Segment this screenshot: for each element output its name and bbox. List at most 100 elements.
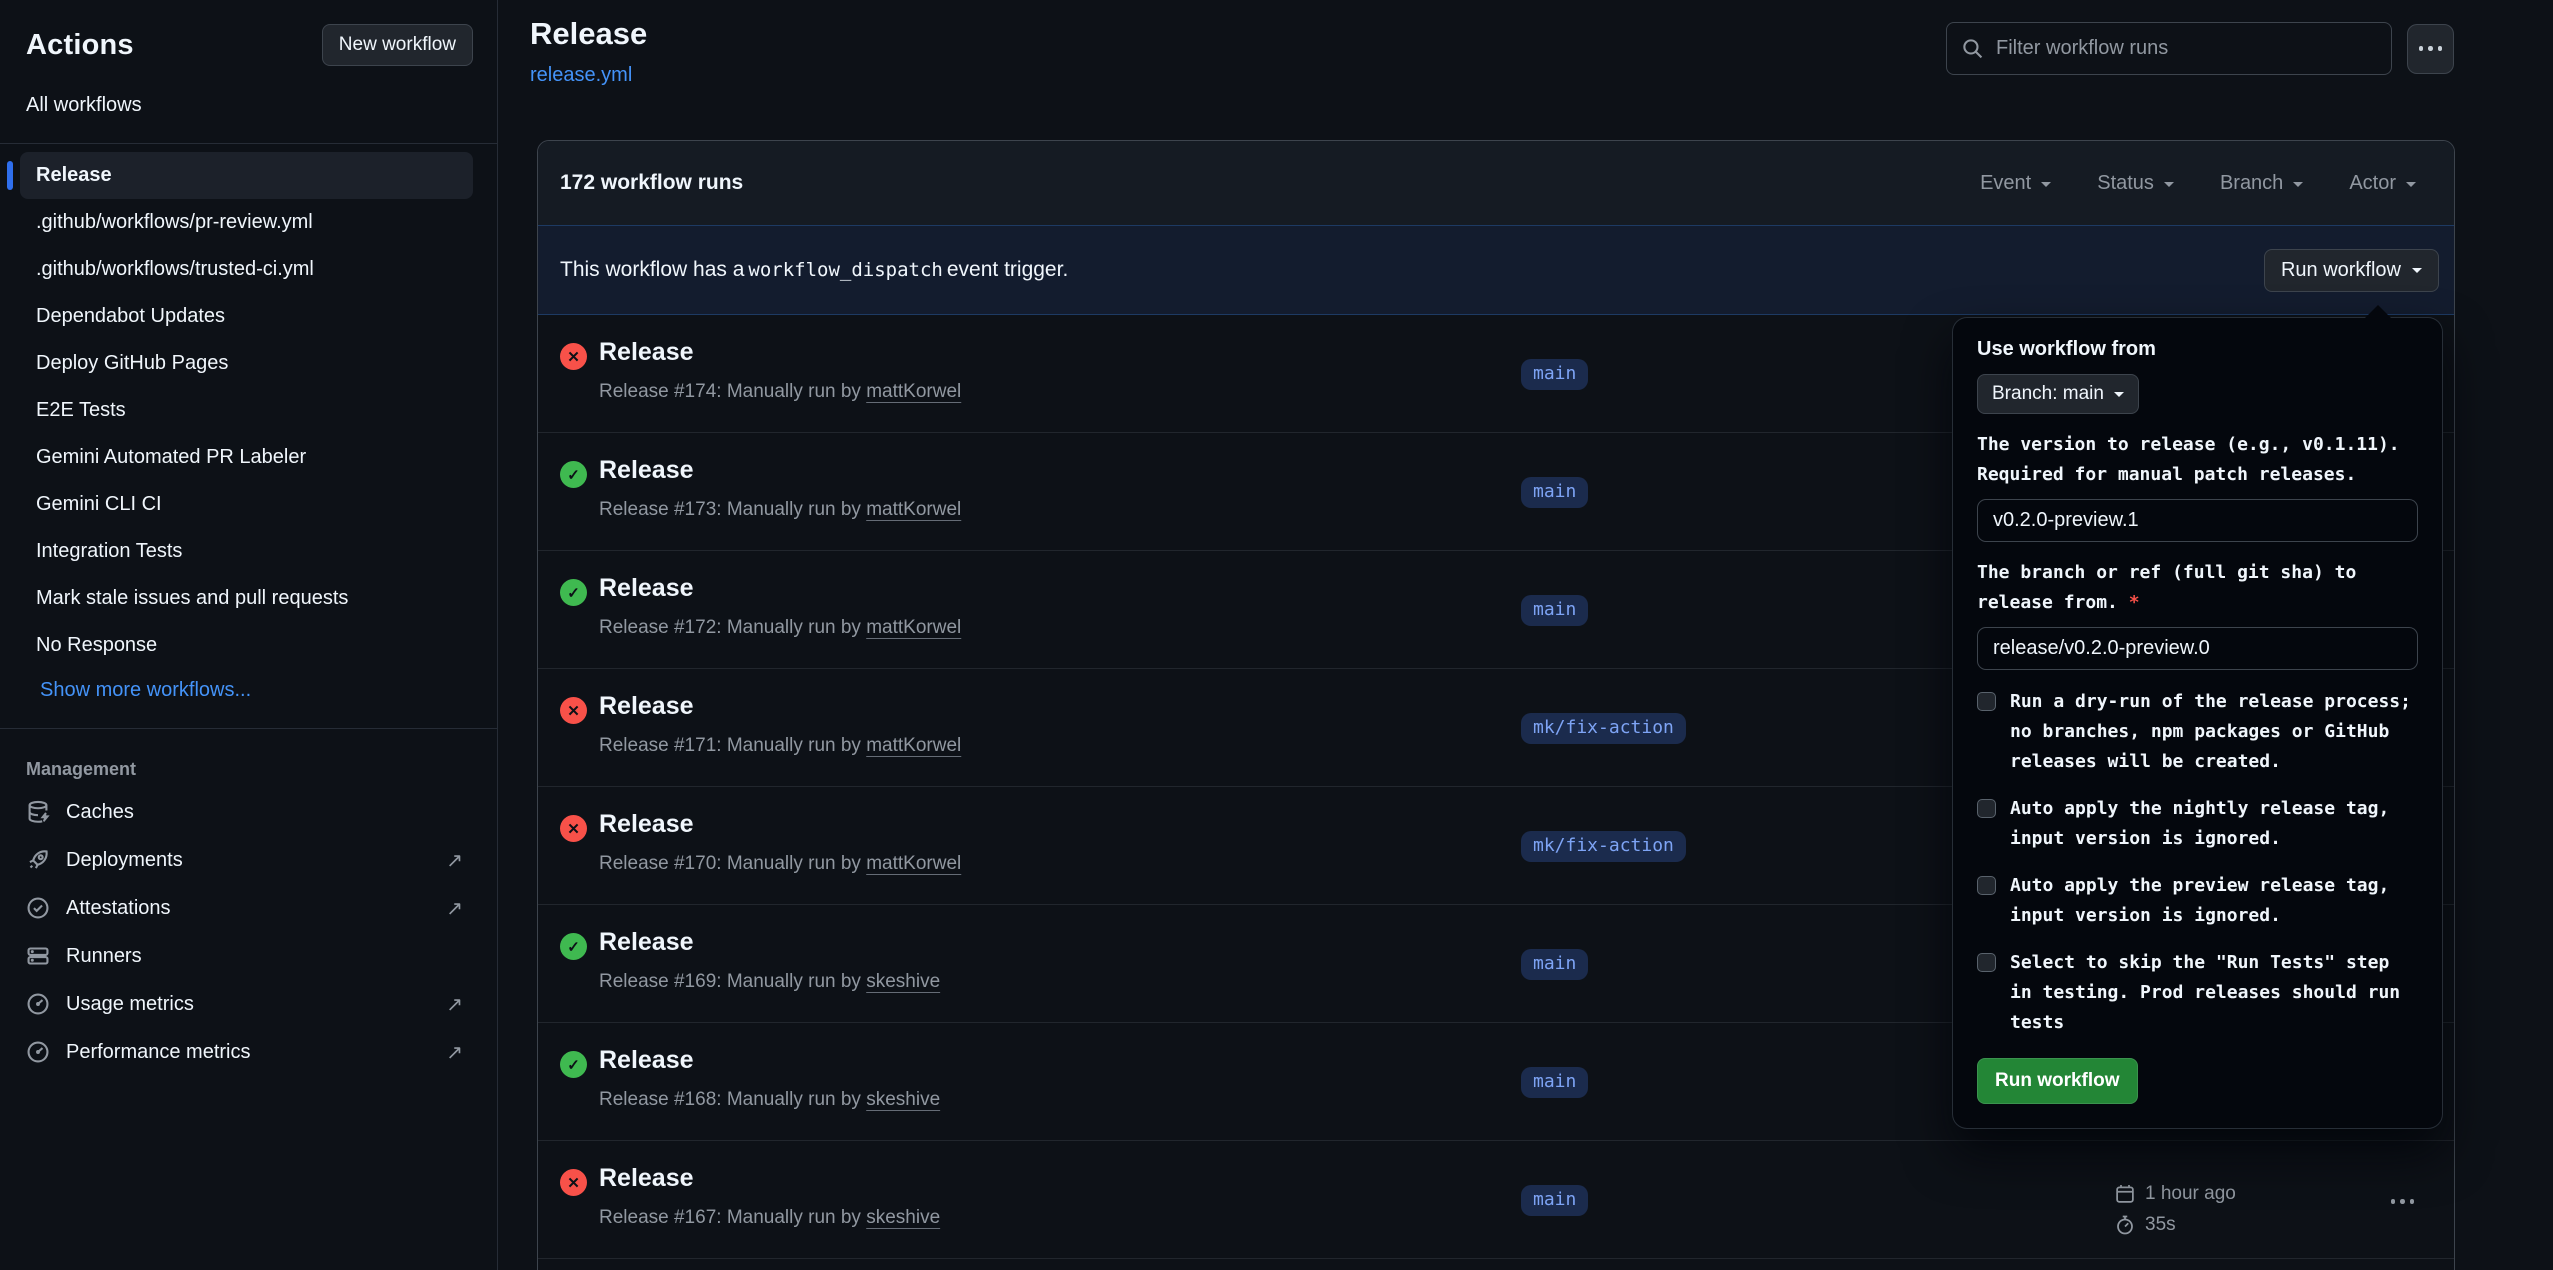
run-title-link[interactable]: Release bbox=[599, 338, 694, 367]
sidebar-item-performance-metrics[interactable]: Performance metrics ↗ bbox=[26, 1028, 473, 1076]
sidebar-item-no-response[interactable]: No Response bbox=[20, 622, 473, 669]
filter-workflow-runs-input[interactable] bbox=[1994, 36, 2376, 61]
popup-checkboxes: Run a dry-run of the release process; no… bbox=[1977, 687, 2418, 1038]
run-title-link[interactable]: Release bbox=[599, 692, 694, 721]
branch-badge[interactable]: main bbox=[1521, 595, 1588, 626]
branch-badge[interactable]: mk/fix-action bbox=[1521, 713, 1686, 744]
external-link-icon: ↗ bbox=[446, 992, 463, 1017]
workflow-file-link[interactable]: release.yml bbox=[530, 64, 632, 87]
checkbox[interactable] bbox=[1977, 799, 1996, 818]
page-title: Actions bbox=[26, 29, 134, 62]
sidebar-item-mark-stale-issues-and-pull-requests[interactable]: Mark stale issues and pull requests bbox=[20, 575, 473, 622]
success-icon: ✓ bbox=[560, 579, 587, 606]
run-actor-link[interactable]: mattKorwel bbox=[866, 381, 961, 402]
sidebar-item-usage-metrics[interactable]: Usage metrics ↗ bbox=[26, 980, 473, 1028]
sidebar-item-runners[interactable]: Runners bbox=[26, 932, 473, 980]
run-title-link[interactable]: Release bbox=[599, 574, 694, 603]
chevron-down-icon bbox=[2293, 182, 2303, 192]
banner-text: event trigger. bbox=[947, 258, 1068, 282]
sidebar-item-integration-tests[interactable]: Integration Tests bbox=[20, 528, 473, 575]
run-duration: 35s bbox=[2145, 1214, 2176, 1236]
show-more-workflows-link[interactable]: Show more workflows... bbox=[0, 669, 497, 702]
checkbox-label: Auto apply the preview release tag, inpu… bbox=[2010, 871, 2418, 931]
calendar-icon bbox=[2115, 1184, 2135, 1204]
external-link-icon: ↗ bbox=[446, 896, 463, 921]
chevron-down-icon bbox=[2041, 182, 2051, 192]
failure-icon: ✕ bbox=[560, 1169, 587, 1196]
checkbox-label: Run a dry-run of the release process; no… bbox=[2010, 687, 2418, 777]
run-actor-link[interactable]: skeshive bbox=[866, 1089, 940, 1110]
popup-checkbox-row: Select to skip the "Run Tests" step in t… bbox=[1977, 948, 2418, 1038]
run-actor-link[interactable]: skeshive bbox=[866, 1207, 940, 1228]
run-actor-link[interactable]: skeshive bbox=[866, 971, 940, 992]
new-workflow-button[interactable]: New workflow bbox=[322, 24, 473, 66]
checkbox-label: Auto apply the nightly release tag, inpu… bbox=[2010, 794, 2418, 854]
sidebar-item-deploy-github-pages[interactable]: Deploy GitHub Pages bbox=[20, 340, 473, 387]
run-title-link[interactable]: Release bbox=[599, 1164, 694, 1193]
run-title-link[interactable]: Release bbox=[599, 456, 694, 485]
run-workflow-submit-button[interactable]: Run workflow bbox=[1977, 1058, 2138, 1104]
branch-selector-button[interactable]: Branch: main bbox=[1977, 374, 2139, 414]
sidebar-header: Actions New workflow bbox=[0, 0, 497, 66]
branch-badge[interactable]: main bbox=[1521, 477, 1588, 508]
field-input[interactable] bbox=[1977, 499, 2418, 542]
meter-icon bbox=[26, 1040, 50, 1064]
run-title-link[interactable]: Release bbox=[599, 1046, 694, 1075]
checkbox[interactable] bbox=[1977, 876, 1996, 895]
workflow-options-kebab-button[interactable] bbox=[2407, 24, 2454, 74]
sidebar-item-release[interactable]: Release bbox=[20, 152, 473, 199]
all-workflows-link[interactable]: All workflows bbox=[26, 94, 471, 117]
run-title-link[interactable]: Release bbox=[599, 810, 694, 839]
sidebar-item-attestations[interactable]: Attestations ↗ bbox=[26, 884, 473, 932]
banner-text: This workflow has a bbox=[560, 258, 744, 282]
filter-workflow-runs-box[interactable] bbox=[1946, 22, 2392, 75]
runs-panel-header: 172 workflow runs Event Status Branch Ac… bbox=[538, 141, 2454, 225]
popup-fields: The version to release (e.g., v0.1.11). … bbox=[1977, 430, 2418, 670]
run-description: Release #169: Manually run by skeshive bbox=[599, 971, 940, 993]
checkbox[interactable] bbox=[1977, 692, 1996, 711]
run-actor-link[interactable]: mattKorwel bbox=[866, 499, 961, 520]
workflow-list: Release.github/workflows/pr-review.yml.g… bbox=[0, 144, 497, 669]
management-section-label: Management bbox=[26, 759, 471, 780]
field-label: The version to release (e.g., v0.1.11). … bbox=[1977, 430, 2418, 490]
external-link-icon: ↗ bbox=[446, 848, 463, 873]
filter-status-dropdown[interactable]: Status bbox=[2097, 172, 2174, 195]
run-actor-link[interactable]: mattKorwel bbox=[866, 735, 961, 756]
branch-badge[interactable]: main bbox=[1521, 1067, 1588, 1098]
filter-branch-dropdown[interactable]: Branch bbox=[2220, 172, 2303, 195]
branch-badge[interactable]: main bbox=[1521, 359, 1588, 390]
run-actor-link[interactable]: mattKorwel bbox=[866, 853, 961, 874]
popup-checkbox-row: Auto apply the nightly release tag, inpu… bbox=[1977, 794, 2418, 854]
filter-actor-dropdown[interactable]: Actor bbox=[2349, 172, 2416, 195]
branch-badge[interactable]: mk/fix-action bbox=[1521, 831, 1686, 862]
run-workflow-dropdown-button[interactable]: Run workflow bbox=[2264, 249, 2439, 292]
success-icon: ✓ bbox=[560, 461, 587, 488]
run-actor-link[interactable]: mattKorwel bbox=[866, 617, 961, 638]
run-meta: 1 hour ago 35s bbox=[2115, 1183, 2236, 1236]
meter-icon bbox=[26, 992, 50, 1016]
run-description: Release #167: Manually run by skeshive bbox=[599, 1207, 940, 1229]
chevron-down-icon bbox=[2406, 182, 2416, 192]
filter-event-dropdown[interactable]: Event bbox=[1980, 172, 2051, 195]
popup-field: The branch or ref (full git sha) to rele… bbox=[1977, 558, 2418, 670]
sidebar-item-gemini-cli-ci[interactable]: Gemini CLI CI bbox=[20, 481, 473, 528]
failure-icon: ✕ bbox=[560, 343, 587, 370]
sidebar-item-github-workflows-trusted-ci-yml[interactable]: .github/workflows/trusted-ci.yml bbox=[20, 246, 473, 293]
popup-arrow bbox=[2365, 305, 2391, 318]
field-input[interactable] bbox=[1977, 627, 2418, 670]
sidebar: Actions New workflow All workflows Relea… bbox=[0, 0, 498, 1270]
sidebar-item-github-workflows-pr-review-yml[interactable]: .github/workflows/pr-review.yml bbox=[20, 199, 473, 246]
run-options-kebab-button[interactable] bbox=[2387, 1195, 2419, 1208]
sidebar-item-dependabot-updates[interactable]: Dependabot Updates bbox=[20, 293, 473, 340]
branch-badge[interactable]: main bbox=[1521, 1185, 1588, 1216]
run-title-link[interactable]: Release bbox=[599, 928, 694, 957]
sidebar-item-e2e-tests[interactable]: E2E Tests bbox=[20, 387, 473, 434]
sidebar-item-caches[interactable]: Caches bbox=[26, 788, 473, 836]
workflow-run-row[interactable]: ✕ Release Release #167: Manually run by … bbox=[538, 1141, 2454, 1259]
sidebar-item-gemini-automated-pr-labeler[interactable]: Gemini Automated PR Labeler bbox=[20, 434, 473, 481]
branch-badge[interactable]: main bbox=[1521, 949, 1588, 980]
failure-icon: ✕ bbox=[560, 815, 587, 842]
external-link-icon: ↗ bbox=[446, 1040, 463, 1065]
sidebar-item-deployments[interactable]: Deployments ↗ bbox=[26, 836, 473, 884]
checkbox[interactable] bbox=[1977, 953, 1996, 972]
